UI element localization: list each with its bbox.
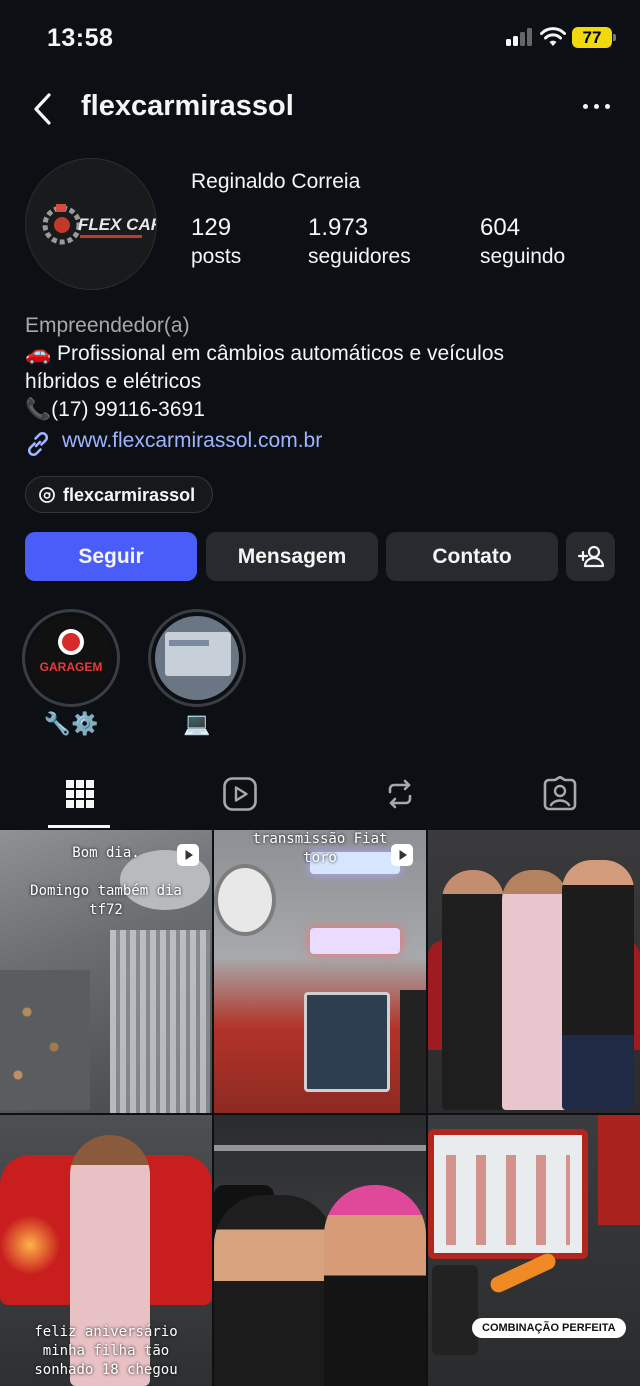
followers-count: 1.973 (308, 214, 369, 241)
post-caption-line: feliz aniversário (34, 1324, 178, 1340)
post-caption-line: sonhado 18 chegou (34, 1362, 178, 1378)
screen-thumbnail-bar (169, 640, 209, 646)
grid-post[interactable]: transmissão Fiat toro (214, 830, 426, 1113)
repost-icon (388, 779, 412, 809)
post-image-person-1 (214, 1195, 334, 1386)
grid-icon (66, 780, 94, 808)
post-image-parts (0, 970, 90, 1110)
avatar-logo-text: FLEX CAR (78, 215, 157, 234)
grid-post[interactable] (214, 1115, 426, 1386)
post-image-person-3 (562, 860, 634, 1110)
post-image-red-stand (598, 1115, 640, 1225)
post-image-light-flare (0, 1205, 60, 1285)
highlight-label: 💻 (183, 711, 211, 736)
more-options-icon[interactable] (582, 102, 612, 112)
website-link-text[interactable]: www.flexcarmirassol.com.br (62, 429, 322, 453)
follow-button[interactable]: Seguir (25, 532, 197, 581)
tagged-person-icon (543, 776, 577, 811)
bio-phone[interactable]: 📞(17) 99116-3691 (25, 396, 625, 424)
following-count: 604 (480, 214, 521, 241)
highlight-label: 🔧⚙️ (43, 711, 99, 736)
stat-following[interactable]: 604 seguindo (480, 214, 565, 272)
threads-badge[interactable]: flexcarmirassol (25, 476, 213, 513)
reel-badge-icon (177, 844, 199, 866)
cellular-signal-icon (506, 28, 534, 46)
threads-icon (39, 487, 55, 503)
status-bar: 13:58 77 (0, 0, 640, 76)
threads-handle: flexcarmirassol (63, 485, 196, 505)
tab-reposts[interactable] (320, 762, 480, 828)
post-caption-line: Domingo também dia (30, 883, 182, 899)
post-image-ceiling-light (214, 1145, 426, 1151)
post-image-tube-bottom (310, 928, 400, 954)
grid-post[interactable]: COMBINAÇÃO PERFEITA (428, 1115, 640, 1386)
stat-posts[interactable]: 129 posts (191, 214, 241, 272)
tab-tagged[interactable] (480, 762, 640, 828)
grid-post[interactable]: feliz aniversário minha filha tão sonhad… (0, 1115, 212, 1386)
profile-bio: Empreendedor(a) 🚗 Profissional em câmbio… (25, 312, 625, 424)
post-image-screen (304, 992, 390, 1092)
followers-label: seguidores (308, 245, 411, 268)
post-caption: feliz aniversário minha filha tão sonhad… (0, 1323, 212, 1380)
post-image-person-1 (442, 870, 504, 1110)
stat-followers[interactable]: 1.973 seguidores (308, 214, 411, 272)
add-person-icon (577, 545, 605, 568)
tab-posts-grid[interactable] (0, 762, 160, 828)
post-image-valve-body (110, 930, 210, 1113)
post-image-person-2 (502, 870, 568, 1110)
reel-badge-icon (391, 844, 413, 866)
suggested-users-button[interactable] (566, 532, 615, 581)
contact-button[interactable]: Contato (386, 532, 558, 581)
status-time: 13:58 (47, 24, 114, 52)
battery-icon: 77 (572, 27, 616, 48)
screen-thumbnail (165, 632, 231, 676)
highlight-cover-screen (155, 616, 239, 700)
message-button[interactable]: Mensagem (206, 532, 378, 581)
post-image-gauge (214, 864, 276, 936)
highlight-cover-text: GARAGEM (39, 660, 103, 674)
garagem-logo (58, 629, 84, 655)
back-arrow-icon[interactable] (30, 92, 56, 126)
post-caption-line: minha filha tão (42, 1343, 170, 1359)
tab-reels[interactable] (160, 762, 320, 828)
post-image-device-panel (400, 990, 426, 1113)
profile-category: Empreendedor(a) (25, 314, 190, 337)
following-label: seguindo (480, 245, 566, 268)
bio-line: híbridos e elétricos (25, 370, 202, 393)
bio-line: 🚗 Profissional em câmbios automáticos e … (25, 342, 505, 365)
reels-icon (223, 777, 257, 811)
post-badge: COMBINAÇÃO PERFEITA (472, 1318, 626, 1338)
page-title-username: flexcarmirassol (81, 90, 294, 122)
posts-count: 129 (191, 214, 232, 241)
grid-post[interactable] (428, 830, 640, 1113)
highlight-cover-garagem: GARAGEM (29, 616, 113, 700)
post-image-phone (432, 1265, 478, 1355)
link-icon (27, 431, 49, 457)
grid-post[interactable]: Bom dia. Domingo também dia tf72 (0, 830, 212, 1113)
profile-avatar[interactable]: FLEX CAR (25, 158, 157, 290)
posts-label: posts (191, 245, 242, 268)
post-image-person-2 (324, 1185, 426, 1386)
post-caption-line: tf72 (89, 902, 123, 918)
profile-tabs (0, 762, 640, 828)
post-image-tablet-icons (446, 1155, 570, 1245)
logo-underline (80, 235, 142, 238)
profile-header: flexcarmirassol (0, 80, 640, 138)
display-name: Reginaldo Correia (191, 170, 361, 193)
posts-grid: Bom dia. Domingo também dia tf72 transmi… (0, 830, 640, 1386)
wifi-icon (540, 27, 566, 46)
